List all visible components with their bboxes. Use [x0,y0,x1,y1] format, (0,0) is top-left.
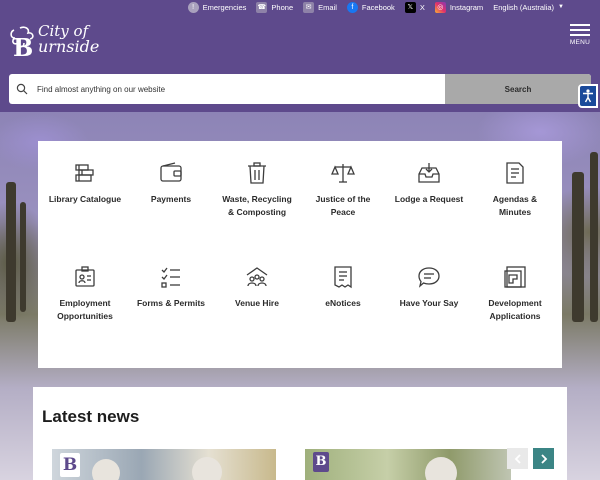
tree-trunk [6,182,16,322]
burnside-badge-icon: B [313,452,329,472]
facebook-link[interactable]: f Facebook [346,1,395,13]
latest-news-heading: Latest news [42,407,140,426]
id-card-icon [75,266,95,287]
carousel-next-button[interactable] [533,448,554,469]
quick-link-label: Library Catalogue [48,194,122,204]
chevron-down-icon: ▼ [558,4,564,10]
x-label: X [419,2,425,12]
burnside-badge-icon: B [60,453,80,477]
phone-icon: ☎ [256,1,268,13]
search-button[interactable]: Search [445,74,591,104]
phone-label: Phone [271,2,294,12]
x-icon: 𝕏 [404,1,416,13]
facebook-icon: f [346,1,358,13]
scales-icon [331,164,355,183]
phone-link[interactable]: ☎ Phone [256,1,294,13]
quick-link-payments[interactable]: Payments [128,161,214,206]
tree-emblem-icon: B [10,26,34,58]
person-photo [425,457,457,480]
search-input[interactable] [35,74,445,104]
x-link[interactable]: 𝕏 X [404,1,425,13]
document-icon [506,162,524,184]
menu-button[interactable]: MENU [568,22,592,48]
instagram-label: Instagram [449,2,484,12]
facebook-label: Facebook [361,2,395,12]
bin-icon [248,162,266,184]
instagram-link[interactable]: ◎ Instagram [434,1,484,13]
emergencies-label: Emergencies [202,2,247,12]
language-label: English (Australia) [493,2,555,12]
site-logo[interactable]: B City of urnside [8,22,108,60]
logo-initial: B [13,33,33,58]
checklist-icon [161,267,180,288]
quick-link-forms-permits[interactable]: Forms & Permits [128,265,214,310]
tree-trunk [20,202,26,312]
quick-link-label: Payments [150,194,192,204]
quick-link-venue-hire[interactable]: Venue Hire [214,265,300,310]
quick-link-agendas-minutes[interactable]: Agendas & Minutes [472,161,558,219]
quick-link-lodge-a-request[interactable]: Lodge a Request [386,161,472,206]
chevron-left-icon [514,453,521,464]
instagram-icon: ◎ [434,1,446,13]
speech-bubble-icon [418,267,440,288]
quick-link-label: Agendas & Minutes [492,194,538,217]
quick-link-label: eNotices [325,298,361,308]
latest-news-section: Latest news B B [33,387,567,480]
person-photo [192,457,222,480]
tree-trunk [572,172,584,322]
carousel-prev-button[interactable] [507,448,528,469]
alert-icon: ! [187,1,199,13]
accessibility-icon [583,89,593,103]
menu-label: MENU [569,39,591,46]
books-icon [75,164,94,182]
emergencies-link[interactable]: ! Emergencies [187,1,247,13]
tree-trunk [590,152,598,322]
quick-link-library-catalogue[interactable]: Library Catalogue [42,161,128,206]
utility-links: ! Emergencies ☎ Phone ✉ Email f Facebook… [187,0,564,14]
quick-link-label: Waste, Recycling & Composting [222,194,292,217]
quick-link-label: Have Your Say [399,298,459,308]
wallet-icon [160,162,182,182]
person-photo [92,459,120,480]
quick-link-justice-of-the-peace[interactable]: Justice of the Peace [300,161,386,219]
quick-link-have-your-say[interactable]: Have Your Say [386,265,472,310]
quick-link-label: Venue Hire [235,298,279,308]
quick-link-label: Development Applications [488,298,542,321]
quick-link-waste-recycling[interactable]: Waste, Recycling & Composting [214,161,300,219]
quick-link-enotices[interactable]: eNotices [300,265,386,310]
search-icon [9,74,35,104]
quick-link-label: Forms & Permits [136,298,206,308]
email-label: Email [318,2,337,12]
quick-link-employment[interactable]: Employment Opportunities [42,265,128,323]
quick-link-label: Employment Opportunities [57,298,113,321]
search-bar: Search [9,74,591,104]
inbox-icon [418,163,440,183]
logo-text-line2: urnside [38,37,100,56]
quick-link-label: Justice of the Peace [315,194,371,217]
email-link[interactable]: ✉ Email [303,1,337,13]
quick-links-panel: Library Catalogue Payments Waste, Recycl… [38,141,562,368]
accessibility-button[interactable] [578,84,598,108]
email-icon: ✉ [303,1,315,13]
quick-link-development-applications[interactable]: Development Applications [472,265,558,323]
news-card-image[interactable]: B [52,449,276,480]
chevron-right-icon [540,453,547,464]
quick-link-label: Lodge a Request [394,194,464,204]
floor-plan-icon [504,266,526,288]
hamburger-icon [568,24,592,36]
venue-icon [246,267,268,287]
language-selector[interactable]: English (Australia) ▼ [493,3,564,12]
news-card-image[interactable]: B [305,449,511,480]
notice-icon [334,266,352,289]
